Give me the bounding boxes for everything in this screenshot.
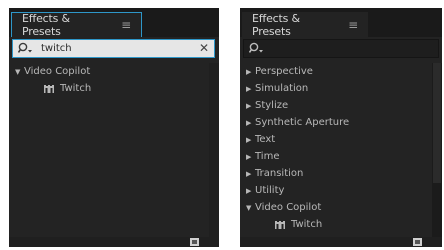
tree-item-label: Synthetic Aperture (255, 117, 350, 128)
tree-category[interactable]: ▶ Simulation (240, 80, 442, 97)
triangle-right-icon[interactable]: ▶ (246, 119, 255, 127)
search-bar: ✕ (12, 39, 215, 58)
panel-tab-bar: Effects & Presets ≡ (9, 8, 219, 38)
tree-item-label: Simulation (255, 83, 309, 94)
tree-category[interactable]: ▶ Time (240, 148, 442, 165)
tree-item-label: Twitch (60, 83, 92, 94)
triangle-right-icon[interactable]: ▶ (246, 85, 255, 93)
panel-bottom-bar (9, 237, 219, 247)
search-icon[interactable] (248, 42, 265, 58)
effects-presets-panel-browse: Effects & Presets ≡ ▶ Perspective ▶ Simulat… (240, 8, 442, 247)
scrollbar[interactable] (432, 63, 442, 247)
search-icon[interactable] (17, 42, 34, 58)
tree-effect[interactable]: Twitch (240, 216, 442, 233)
tree-effect[interactable]: Twitch (9, 80, 219, 97)
tree-category[interactable]: ▼ Video Copilot (9, 63, 219, 80)
tree-item-label: Video Copilot (255, 202, 322, 213)
tab-effects-presets[interactable]: Effects & Presets ≡ (11, 12, 142, 38)
triangle-right-icon[interactable]: ▶ (246, 153, 255, 161)
tree-category[interactable]: ▶ Perspective (240, 63, 442, 80)
tree-item-label: Text (255, 134, 276, 145)
tree-item-label: Time (255, 151, 280, 162)
panel-tab-bar: Effects & Presets ≡ (240, 8, 442, 38)
tree-category[interactable]: ▶ Transition (240, 165, 442, 182)
tab-effects-presets[interactable]: Effects & Presets ≡ (242, 11, 368, 38)
scrollbar[interactable] (209, 63, 219, 247)
effects-tree: ▼ Video Copilot Twitch (9, 63, 219, 97)
tree-item-label: Perspective (255, 66, 313, 77)
tree-item-label: Twitch (291, 219, 323, 230)
triangle-right-icon[interactable]: ▶ (246, 102, 255, 110)
scrollbar-thumb[interactable] (433, 63, 441, 183)
new-folder-icon[interactable] (413, 238, 422, 246)
search-input[interactable] (41, 41, 181, 56)
triangle-right-icon[interactable]: ▶ (246, 68, 255, 76)
tab-label: Effects & Presets (252, 11, 300, 38)
triangle-right-icon[interactable]: ▶ (246, 187, 255, 195)
search-input[interactable] (272, 41, 412, 56)
tree-category[interactable]: ▶ Text (240, 131, 442, 148)
effect-icon (44, 84, 54, 93)
panel-menu-icon[interactable]: ≡ (348, 18, 358, 32)
effects-presets-panel-searched: Effects & Presets ≡ ✕ ▼Video Copilot Twit… (9, 8, 219, 247)
tree-item-label: Transition (255, 168, 304, 179)
tree-item-label: Utility (255, 185, 285, 196)
search-bar (243, 39, 439, 58)
tree-item-label: Stylize (255, 100, 289, 111)
triangle-down-icon[interactable]: ▼ (15, 68, 24, 76)
panel-bottom-bar (240, 237, 442, 247)
triangle-right-icon[interactable]: ▶ (246, 136, 255, 144)
tree-category[interactable]: ▶ Stylize (240, 97, 442, 114)
effects-tree: ▶ Perspective ▶ Simulation ▶ Stylize ▶ Syntheti… (240, 63, 442, 233)
effect-icon (275, 220, 285, 229)
tree-item-label: Video Copilot (24, 66, 91, 77)
panel-menu-icon[interactable]: ≡ (121, 18, 131, 32)
tree-category[interactable]: ▶ Utility (240, 182, 442, 199)
tree-category[interactable]: ▼ Video Copilot (240, 199, 442, 216)
tab-label: Effects & Presets (22, 12, 70, 38)
clear-search-icon[interactable]: ✕ (199, 41, 209, 55)
triangle-right-icon[interactable]: ▶ (246, 170, 255, 178)
tree-category[interactable]: ▶ Synthetic Aperture (240, 114, 442, 131)
new-folder-icon[interactable] (190, 238, 199, 246)
triangle-down-icon[interactable]: ▼ (246, 204, 255, 212)
